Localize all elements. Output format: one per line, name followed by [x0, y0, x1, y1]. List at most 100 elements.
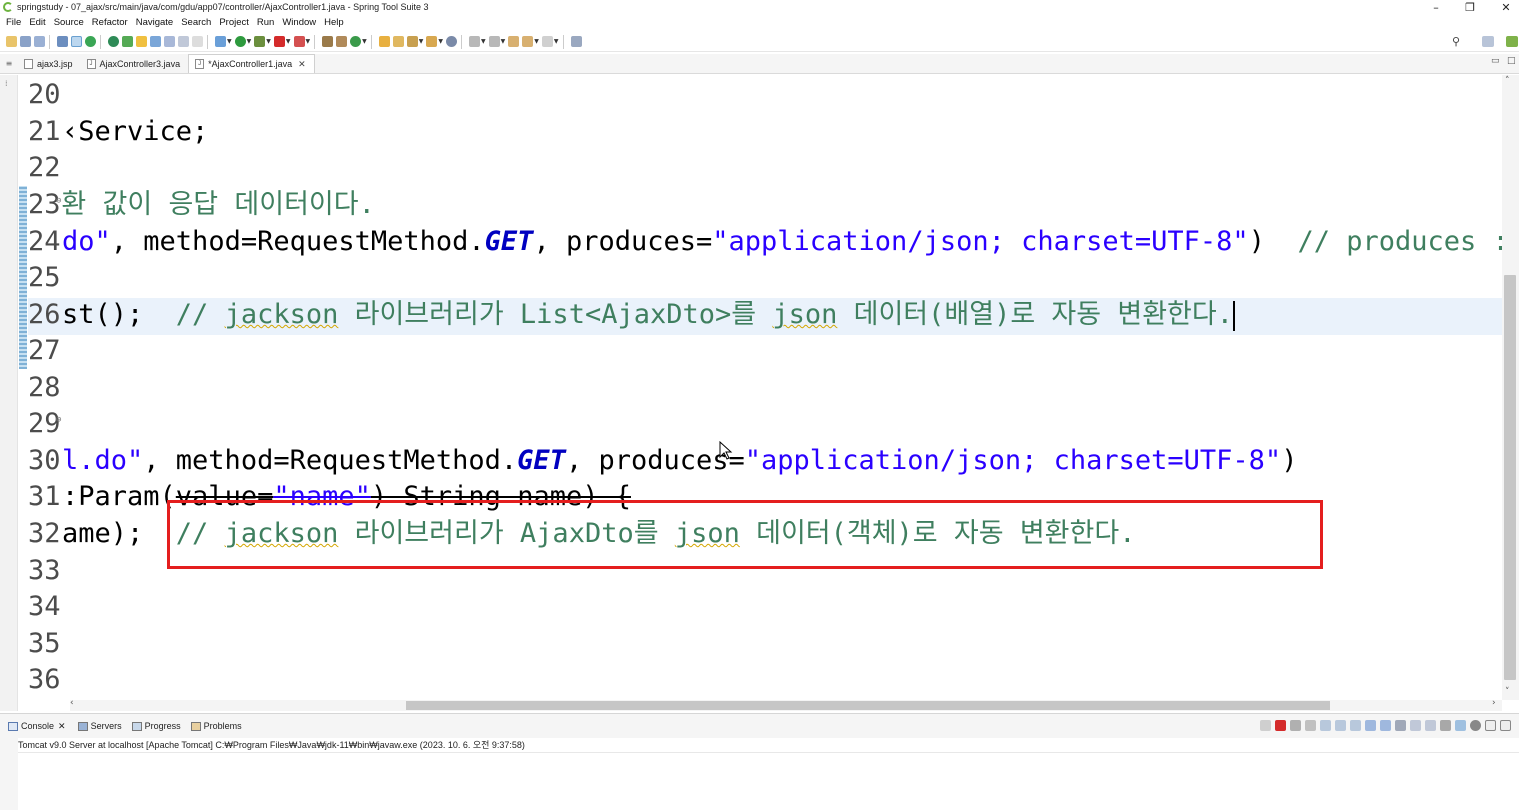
code-line[interactable]: 21‹Service; [28, 114, 1502, 150]
tab-progress[interactable]: Progress [131, 721, 181, 731]
highlight-console-icon[interactable] [1455, 720, 1466, 731]
run-icon[interactable] [234, 36, 246, 47]
chevron-down-icon[interactable]: ▼ [419, 38, 424, 45]
menu-project[interactable]: Project [219, 17, 249, 28]
new-package-icon[interactable] [336, 36, 348, 47]
menu-run[interactable]: Run [257, 17, 274, 28]
remove-launch-icon[interactable] [1290, 720, 1301, 731]
show-stdout-icon[interactable] [1365, 720, 1376, 731]
minimize-editor-icon[interactable]: ▭ [1491, 56, 1500, 66]
code-line[interactable]: 36 [28, 662, 1502, 698]
new-class-icon[interactable] [350, 36, 362, 47]
menu-window[interactable]: Window [282, 17, 316, 28]
terminal-icon[interactable] [57, 36, 68, 47]
horizontal-scroll-thumb[interactable] [406, 701, 1330, 710]
tab-ajax3-jsp[interactable]: ajax3.jsp [18, 54, 81, 73]
menu-search[interactable]: Search [181, 17, 211, 28]
chevron-down-icon[interactable]: ▼ [438, 38, 443, 45]
menu-edit[interactable]: Edit [29, 17, 45, 28]
chevron-down-icon[interactable]: ▼ [227, 38, 232, 45]
remove-all-icon[interactable] [1305, 720, 1316, 731]
code-line-current[interactable]: 26st(); // jackson 라이브러리가 List<AjaxDto>를… [28, 297, 1502, 333]
scroll-down-icon[interactable]: ˅ [1505, 687, 1510, 697]
open-console-icon[interactable] [1425, 720, 1436, 731]
external-tools-icon[interactable] [254, 36, 266, 47]
horizontal-scrollbar[interactable]: ‹ › [70, 698, 1502, 711]
show-whitespace-icon[interactable] [178, 36, 189, 47]
menu-file[interactable]: File [6, 17, 21, 28]
clear-console-icon[interactable] [1320, 720, 1331, 731]
previous-annotation-icon[interactable] [488, 36, 500, 47]
terminate-icon[interactable] [1275, 720, 1286, 731]
scroll-right-icon[interactable]: › [1492, 698, 1496, 708]
code-line[interactable]: 35 [28, 626, 1502, 662]
save-all-icon[interactable] [34, 36, 45, 47]
code-line[interactable]: 30l.do", method=RequestMethod.GET, produ… [28, 443, 1502, 479]
chevron-down-icon[interactable]: ▼ [286, 38, 291, 45]
pin-icon[interactable]: ≡ [0, 53, 18, 73]
chevron-down-icon[interactable]: ▼ [266, 38, 271, 45]
last-edit-icon[interactable] [508, 36, 520, 47]
tab-console[interactable]: Console ✕ [8, 721, 66, 732]
vertical-scroll-thumb[interactable] [1504, 275, 1516, 680]
search-icon[interactable]: ⚲ [1452, 35, 1460, 48]
code-line[interactable]: 22 [28, 150, 1502, 186]
tab-ajaxcontroller3-java[interactable]: J AjaxController3.java [81, 54, 189, 73]
stop-server-icon[interactable] [273, 36, 285, 47]
spring-perspective-icon[interactable] [1506, 36, 1518, 47]
pin-editor-icon[interactable] [570, 36, 582, 47]
scroll-lock-icon[interactable] [1335, 720, 1346, 731]
new-icon[interactable] [6, 36, 17, 47]
menu-source[interactable]: Source [54, 17, 84, 28]
new-project-icon[interactable] [322, 36, 334, 47]
minimize-button[interactable]: – [1418, 0, 1454, 14]
tab-problems[interactable]: Problems [190, 721, 242, 731]
back-icon[interactable] [522, 36, 534, 47]
open-task-icon[interactable] [392, 36, 404, 47]
skip-breakpoints-icon[interactable] [85, 36, 96, 47]
code-line[interactable]: 20 [28, 77, 1502, 113]
open-type-icon[interactable] [378, 36, 390, 47]
server-icon[interactable] [293, 36, 305, 47]
code-line[interactable]: 24do", method=RequestMethod.GET, produce… [28, 224, 1502, 260]
scroll-left-icon[interactable]: ‹ [70, 698, 74, 708]
gear-icon[interactable] [1470, 720, 1481, 731]
chevron-down-icon[interactable]: ▼ [534, 38, 539, 45]
pilcrow-icon[interactable] [192, 36, 203, 47]
menu-refactor[interactable]: Refactor [92, 17, 128, 28]
menu-help[interactable]: Help [324, 17, 344, 28]
close-tab-icon[interactable]: ✕ [58, 721, 66, 732]
code-line[interactable]: 25 [28, 260, 1502, 296]
code-line[interactable]: 27 [28, 333, 1502, 369]
pin-console-icon[interactable] [1395, 720, 1406, 731]
console-output[interactable] [18, 752, 1519, 810]
close-window-button[interactable]: ✕ [1488, 0, 1519, 14]
fold-icon[interactable]: ⊖ [56, 196, 61, 206]
code-line[interactable]: 23⊖환 값이 응답 데이터이다. [28, 187, 1502, 223]
next-annotation-icon[interactable] [469, 36, 480, 47]
spring-icon[interactable] [122, 36, 133, 47]
globe-icon[interactable] [446, 36, 457, 47]
settings-icon[interactable] [1440, 720, 1451, 731]
tab-ajaxcontroller1-java[interactable]: J *AjaxController1.java ✕ [188, 54, 315, 73]
toggle-mark-icon[interactable] [71, 36, 82, 47]
chevron-down-icon[interactable]: ▼ [501, 38, 506, 45]
block-select-icon[interactable] [164, 36, 175, 47]
minimize-panel-icon[interactable] [1485, 720, 1496, 731]
code-line[interactable]: 34 [28, 589, 1502, 625]
refresh-icon[interactable] [108, 36, 119, 47]
forward-icon[interactable] [541, 36, 553, 47]
close-tab-icon[interactable]: ✕ [298, 59, 306, 70]
restart-icon[interactable] [1260, 720, 1271, 731]
scroll-up-icon[interactable]: ˄ [1505, 76, 1510, 86]
open-folder-icon[interactable] [426, 36, 438, 47]
maximize-panel-icon[interactable] [1500, 720, 1511, 731]
vertical-scrollbar[interactable]: ˄ ˅ [1502, 75, 1519, 700]
chevron-down-icon[interactable]: ▼ [481, 38, 486, 45]
maximize-button[interactable]: ❐ [1452, 0, 1488, 14]
highlight-icon[interactable] [136, 36, 147, 47]
word-wrap-icon[interactable] [1350, 720, 1361, 731]
debug-icon[interactable] [215, 36, 226, 47]
chevron-down-icon[interactable]: ▼ [362, 38, 367, 45]
tab-servers[interactable]: Servers [77, 721, 122, 731]
